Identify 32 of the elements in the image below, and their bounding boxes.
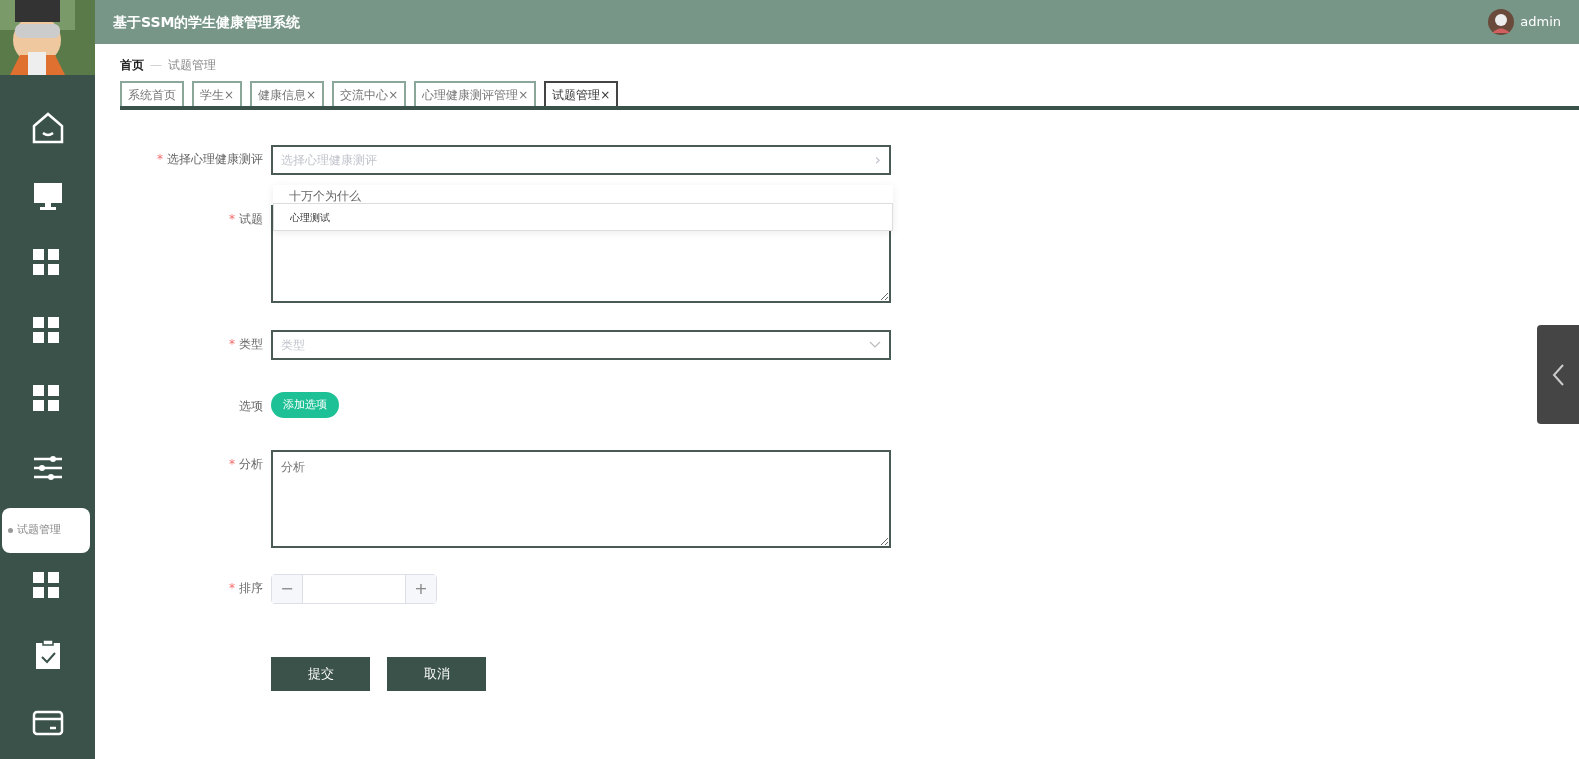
tab[interactable]: 健康信息× (250, 81, 325, 106)
field-label: * 试题 (229, 212, 263, 226)
tab[interactable]: 试题管理× (544, 81, 619, 106)
tab[interactable]: 心理健康测评管理× (414, 81, 537, 106)
submit-button[interactable]: 提交 (271, 657, 370, 691)
home-icon[interactable] (30, 111, 65, 145)
dropdown-option[interactable]: 心理测试 (273, 203, 893, 231)
field-label: * 分析 (229, 457, 263, 471)
cancel-button[interactable]: 取消 (387, 657, 486, 691)
avatar-icon (1488, 9, 1515, 35)
chevron-left-icon (1551, 362, 1565, 387)
field-label: * 排序 (229, 581, 263, 595)
tab[interactable]: 交流中心× (332, 81, 407, 106)
field-label: * 选择心理健康测评 (157, 152, 263, 166)
user-name[interactable]: admin (1520, 12, 1561, 32)
tab[interactable]: 系统首页 (120, 81, 184, 106)
increment-button[interactable]: + (406, 575, 436, 603)
tab[interactable]: 学生× (192, 81, 243, 106)
field-label: * 类型 (229, 337, 263, 351)
breadcrumb-link[interactable]: 首页 (120, 56, 144, 81)
number-stepper[interactable]: − + (271, 574, 437, 604)
textarea-field[interactable]: 分析 (271, 450, 891, 548)
side-panel-toggle[interactable] (1537, 325, 1579, 424)
decrement-button[interactable]: − (272, 575, 302, 603)
breadcrumb-separator: — (150, 57, 162, 74)
chevron-down-icon (869, 341, 881, 349)
field-label: 选项 (239, 399, 263, 413)
dropdown-option[interactable]: 十万个为什么 (273, 185, 893, 203)
breadcrumb-current: 试题管理 (168, 57, 216, 74)
chevron-icon: › (874, 148, 881, 172)
app-title: 基于SSM的学生健康管理系统 (113, 12, 301, 32)
flyout-menu-item[interactable]: 试题管理 (2, 508, 90, 553)
